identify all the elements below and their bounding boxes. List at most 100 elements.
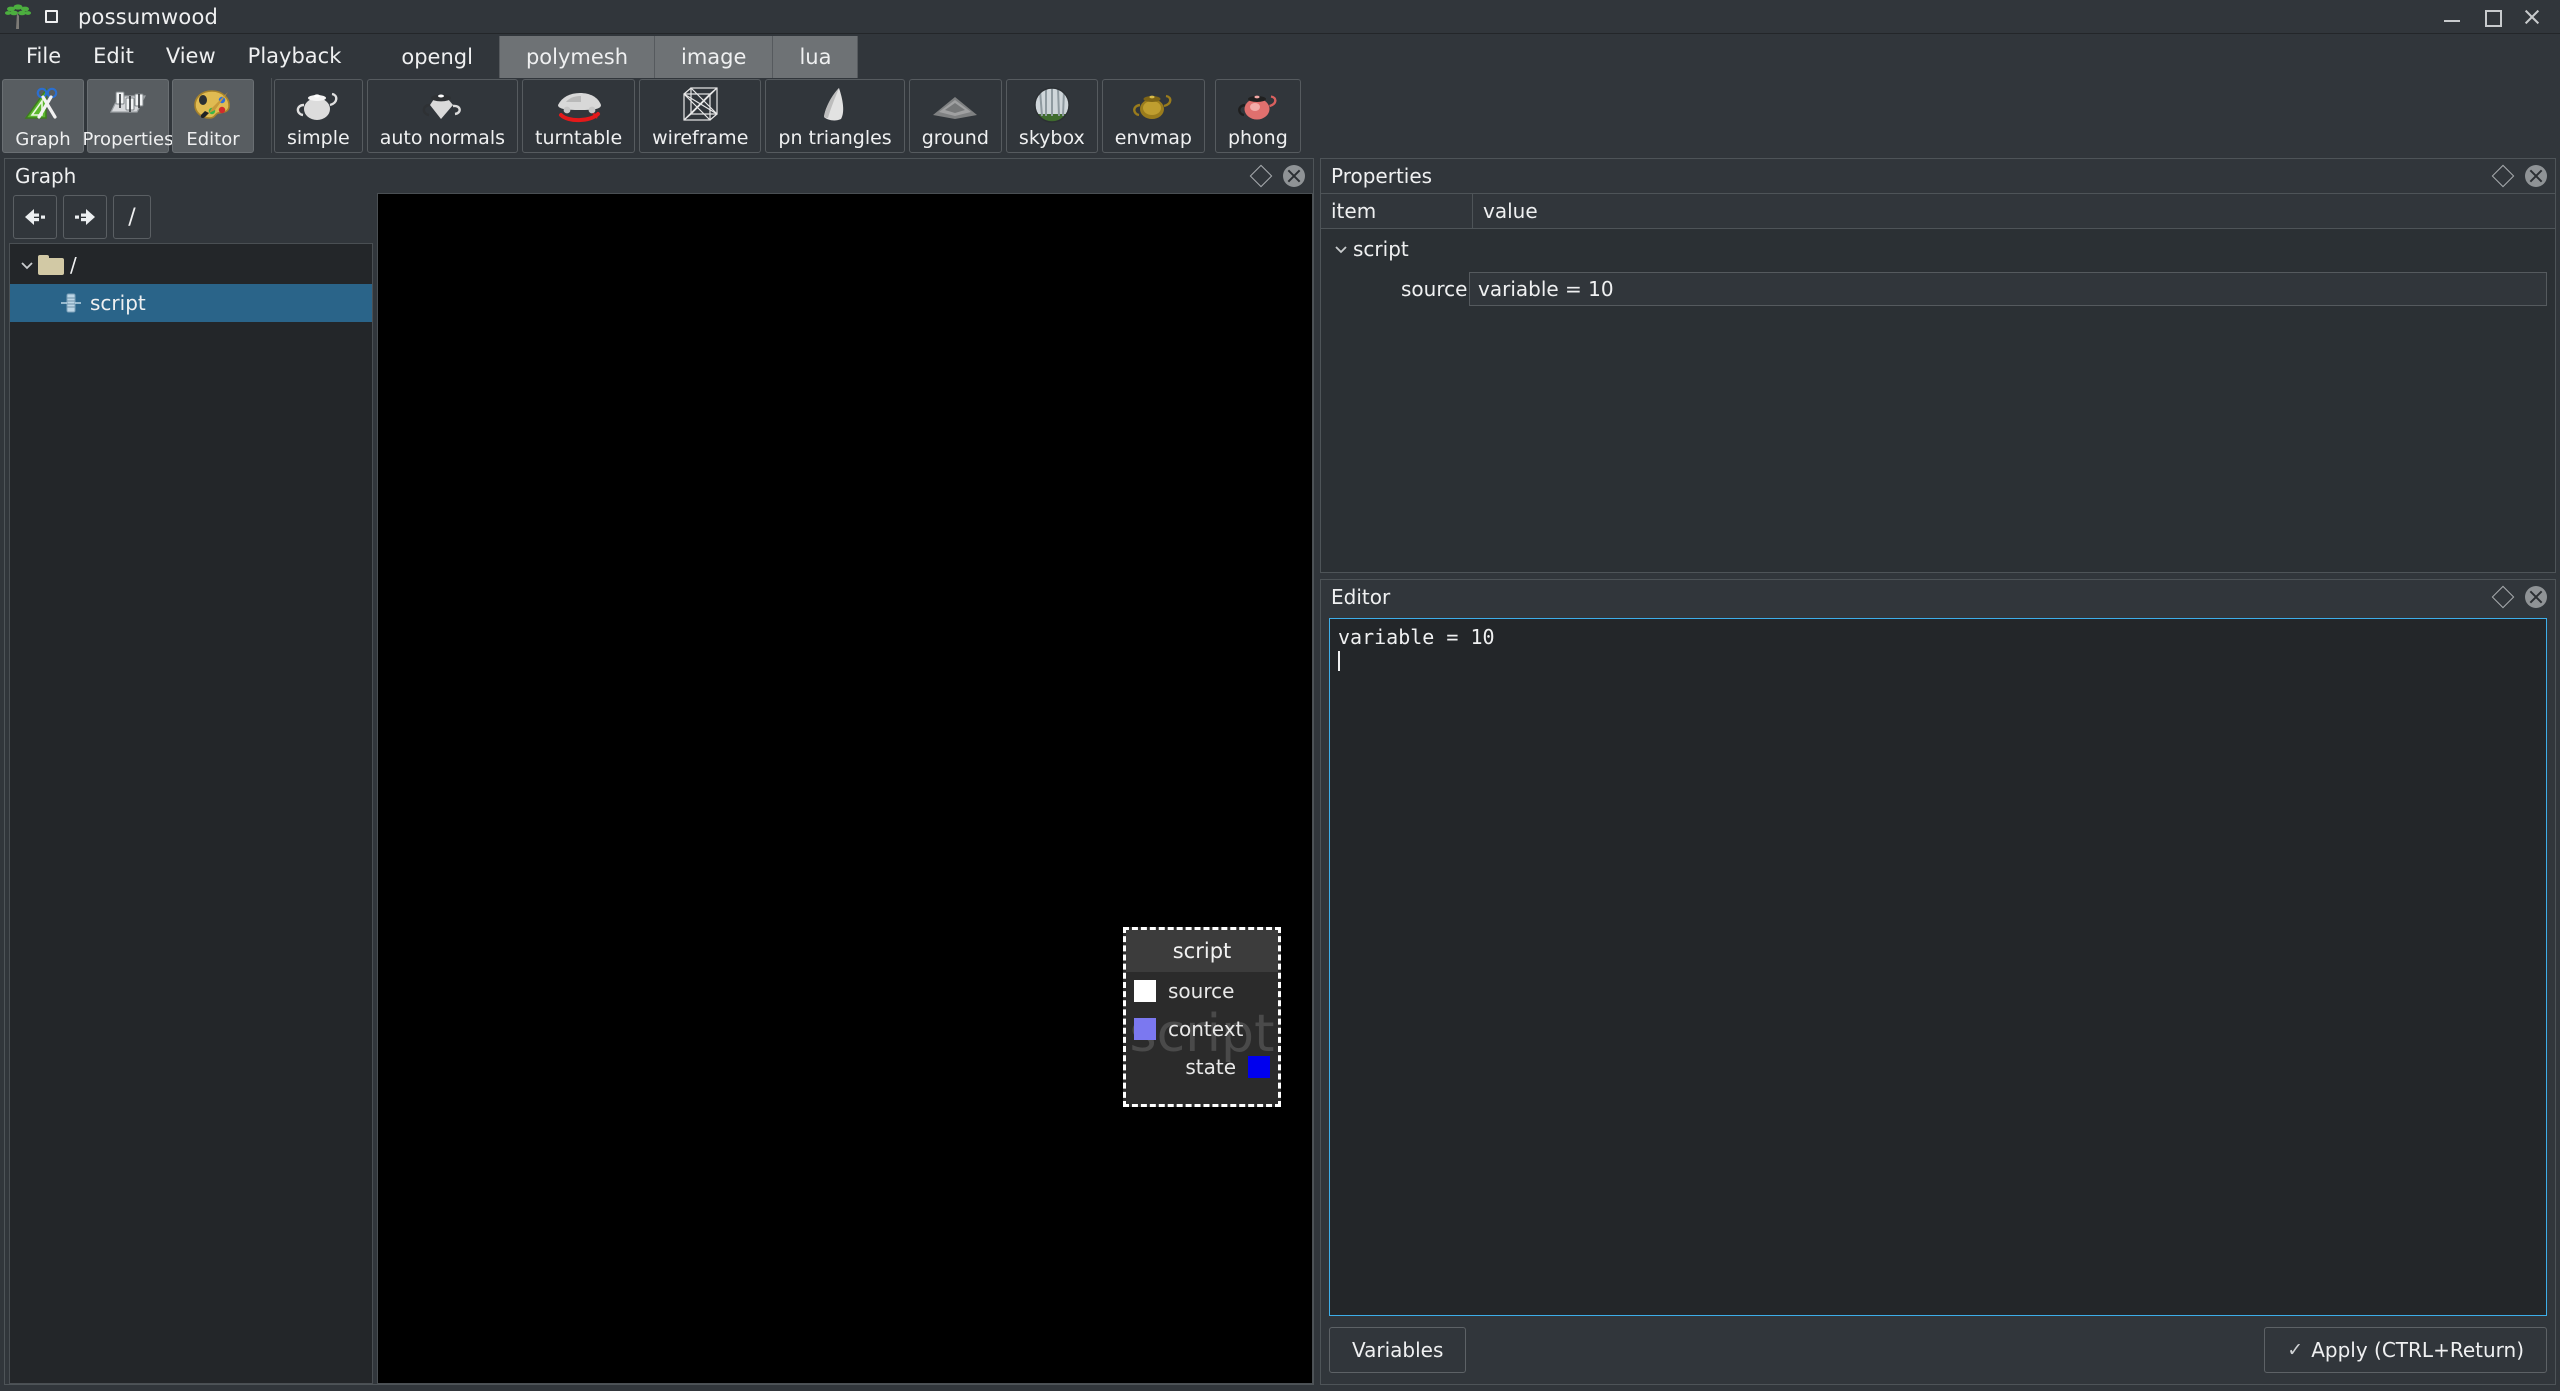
paint-palette-icon — [192, 85, 234, 125]
properties-row-source[interactable]: source variable = 10 — [1321, 269, 2555, 309]
window-title: possumwood — [78, 4, 219, 29]
nav-back-button[interactable] — [13, 195, 57, 239]
toolbar-button-properties[interactable]: Properties — [83, 79, 173, 153]
graph-node-title: script — [1126, 930, 1278, 972]
toolbar-button-wireframe[interactable]: wireframe — [639, 79, 762, 153]
editor-button-row: Variables ✓ Apply (CTRL+Return) — [1329, 1316, 2547, 1376]
toolbar-button-pn-triangles-label: pn triangles — [778, 127, 892, 149]
tab-opengl[interactable]: opengl — [375, 36, 500, 78]
graph-panel-body: / / script script script source context … — [5, 193, 1313, 1384]
title-bar: possumwood — [0, 0, 2560, 34]
close-icon[interactable] — [2525, 586, 2547, 608]
maximize-button[interactable] — [2482, 7, 2502, 27]
port-square-source[interactable] — [1134, 980, 1156, 1002]
editor-code-area[interactable]: variable = 10 — [1329, 618, 2547, 1316]
properties-panel-title: Properties — [1331, 164, 1433, 188]
toolbar-button-editor[interactable]: Editor — [172, 79, 254, 153]
graph-viewport[interactable]: script script source context state — [377, 193, 1313, 1384]
properties-row-source-label: source — [1401, 277, 1468, 301]
ruler-scissors-icon — [22, 85, 64, 125]
icon-toolbars: Graph Properties Editor simple auto norm… — [0, 78, 2560, 156]
properties-table-body: script source variable = 10 — [1321, 229, 2555, 572]
toolbar-button-skybox-label: skybox — [1018, 127, 1085, 149]
float-icon[interactable] — [2491, 164, 2515, 188]
apply-button[interactable]: ✓ Apply (CTRL+Return) — [2264, 1327, 2547, 1373]
menu-and-tabs-row: File Edit View Playback opengl polymesh … — [0, 34, 2560, 78]
graph-node-port-source[interactable]: source — [1126, 972, 1278, 1010]
close-icon[interactable] — [2525, 165, 2547, 187]
arrow-right-icon — [75, 209, 95, 225]
sliders-icon — [107, 85, 149, 125]
chevron-down-icon[interactable] — [16, 246, 38, 284]
left-toolbar: Graph Properties Editor — [0, 78, 257, 153]
apply-button-label: Apply (CTRL+Return) — [2311, 1338, 2524, 1362]
float-icon[interactable] — [1249, 164, 1273, 188]
text-caret — [1338, 651, 1340, 671]
toolbar-button-simple[interactable]: simple — [274, 79, 363, 153]
toolbar-button-ground[interactable]: ground — [908, 79, 1002, 153]
properties-source-value-field[interactable]: variable = 10 — [1469, 272, 2547, 306]
close-button[interactable] — [2522, 7, 2542, 27]
toolbar-button-graph[interactable]: Graph — [2, 79, 84, 153]
left-column: Graph / / script script script source co… — [4, 158, 1314, 1385]
right-column: Properties item value script source vari… — [1320, 158, 2556, 1385]
tree-item-root-label: / — [70, 253, 77, 277]
toolbar-button-phong-label: phong — [1227, 127, 1288, 149]
toolbar-button-envmap[interactable]: envmap — [1101, 79, 1205, 153]
teapot-red-icon — [1230, 84, 1286, 126]
check-icon: ✓ — [2287, 1339, 2304, 1361]
tree-item-root[interactable]: / — [10, 246, 372, 284]
toolbar-button-ground-label: ground — [921, 127, 989, 149]
close-icon[interactable] — [1283, 165, 1305, 187]
toolbar-button-properties-label: Properties — [82, 129, 174, 150]
menu-playback[interactable]: Playback — [232, 39, 358, 73]
editor-panel-title-bar: Editor — [1321, 580, 2555, 614]
arrow-left-icon — [25, 209, 45, 225]
nav-forward-button[interactable] — [63, 195, 107, 239]
chevron-down-icon[interactable] — [1329, 241, 1353, 257]
properties-panel-controls — [2491, 159, 2547, 193]
tab-image[interactable]: image — [655, 36, 774, 78]
window-controls — [2442, 0, 2554, 34]
variables-button[interactable]: Variables — [1329, 1327, 1467, 1373]
tab-lua[interactable]: lua — [773, 36, 859, 78]
float-icon[interactable] — [2491, 585, 2515, 609]
toolbar-button-skybox[interactable]: skybox — [1005, 79, 1098, 153]
teapot-gold-icon — [1125, 84, 1181, 126]
graph-tree[interactable]: / script — [9, 243, 373, 1384]
properties-column-value: value — [1483, 199, 1538, 223]
toolbar-button-auto-normals[interactable]: auto normals — [366, 79, 518, 153]
editor-body: variable = 10 Variables ✓ Apply (CTRL+Re… — [1321, 614, 2555, 1384]
editor-panel: Editor variable = 10 Variables ✓ Apply (… — [1320, 579, 2556, 1385]
menu-edit[interactable]: Edit — [77, 39, 150, 73]
minimize-button[interactable] — [2442, 7, 2462, 27]
properties-table-header: item value — [1321, 193, 2555, 229]
car-rotate-icon — [550, 84, 608, 126]
window-square-icon — [38, 4, 64, 30]
graph-node-port-context[interactable]: context — [1126, 1010, 1278, 1048]
tree-item-script[interactable]: script — [10, 284, 372, 322]
toolbar-button-simple-label: simple — [287, 127, 350, 149]
menu-file[interactable]: File — [10, 39, 77, 73]
toolbar-button-pn-triangles[interactable]: pn triangles — [765, 79, 905, 153]
graph-panel-controls — [1249, 159, 1305, 193]
toolbar-button-turntable[interactable]: turntable — [522, 79, 636, 153]
properties-row-script[interactable]: script — [1321, 229, 2555, 269]
menu-view[interactable]: View — [150, 39, 232, 73]
properties-panel-title-bar: Properties — [1321, 159, 2555, 193]
graph-node-port-state[interactable]: state — [1126, 1048, 1278, 1086]
teapot-faceted-icon — [414, 84, 470, 126]
graph-tree-column: / / script — [5, 193, 373, 1384]
toolbar-tabs: opengl polymesh image lua — [375, 34, 859, 78]
port-square-context[interactable] — [1134, 1018, 1156, 1040]
graph-node-port-context-label: context — [1168, 1017, 1244, 1041]
graph-node-port-source-label: source — [1168, 979, 1235, 1003]
tab-polymesh[interactable]: polymesh — [499, 36, 656, 78]
toolbar-button-turntable-label: turntable — [535, 127, 623, 149]
graph-node-script[interactable]: script script source context state — [1123, 927, 1281, 1107]
main-area: Graph / / script script script source co… — [0, 156, 2560, 1391]
nav-path-button[interactable]: / — [113, 195, 151, 239]
port-square-state[interactable] — [1248, 1056, 1270, 1078]
toolbar-button-phong[interactable]: phong — [1214, 79, 1301, 153]
checker-plane-icon — [927, 84, 983, 126]
